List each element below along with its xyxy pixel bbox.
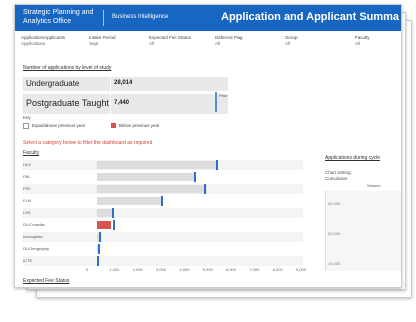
filter-value: Applications <box>21 41 46 46</box>
faculty-row[interactable]: FBL <box>23 172 303 182</box>
faculty-bar <box>97 209 114 217</box>
chart-setting-value: Cumulative <box>325 176 348 181</box>
chart-setting[interactable]: Chart setting: Cumulative <box>325 170 352 182</box>
column-separator <box>110 77 111 91</box>
x-tick-label: 7,000 <box>249 267 260 272</box>
faculty-name: ICTE <box>23 258 33 263</box>
key-label: Below previous year <box>119 123 160 128</box>
swatch-above-icon <box>23 123 29 129</box>
levels-section-title: Number of applications by level of study <box>23 65 112 71</box>
faculty-row[interactable]: ICTE <box>23 256 303 266</box>
dashboard-sheet: Strategic Planning and Analytics Office … <box>14 4 402 288</box>
filter-hint: Select a category below to filter the da… <box>23 140 153 146</box>
x-tick-label: 8,000 <box>272 267 283 272</box>
faculty-name: FLM <box>23 198 31 203</box>
faculty-name: LSS <box>23 210 31 215</box>
filter-value: All <box>285 41 291 46</box>
prior-year-tick <box>97 256 100 266</box>
faculty-row[interactable]: Incomplete <box>23 232 303 242</box>
level-label: Undergraduate <box>26 79 80 88</box>
column-separator <box>110 94 111 114</box>
swatch-below-icon <box>111 123 116 129</box>
faculty-name: DL/Geography <box>23 246 50 251</box>
key-item-above: Equal/above previous year <box>23 123 85 129</box>
level-value: 7,440 <box>114 100 130 106</box>
faculty-bar <box>97 161 219 169</box>
faculty-bar <box>97 221 111 229</box>
faculty-name: FEE <box>23 186 31 191</box>
prior-year-tick <box>161 196 164 206</box>
x-tick-label: 6,000 <box>226 267 237 272</box>
x-tick-label: 1,000 <box>109 267 120 272</box>
prior-year-tick <box>113 220 116 230</box>
levels-table: Undergraduate 28,014 Postgraduate Taught… <box>23 77 228 117</box>
faculty-name: FBL <box>23 174 31 179</box>
filter-applications[interactable]: Application/Applicants Applications <box>21 35 65 47</box>
office-logo: Strategic Planning and Analytics Office <box>23 9 94 25</box>
prior-year-tick <box>98 232 101 242</box>
faculty-row[interactable]: FEE <box>23 184 303 194</box>
x-tick-label: 4,000 <box>179 267 190 272</box>
header-divider <box>103 10 104 26</box>
prior-year-tick <box>193 172 196 182</box>
x-tick-label: 3,000 <box>156 267 167 272</box>
faculty-name: DL/Crossfac <box>23 222 46 227</box>
cycle-chart-area: 30,000 20,000 10,000 <box>325 191 401 271</box>
level-row-postgraduate[interactable]: Postgraduate Taught 7,440 <box>23 94 228 114</box>
key-title: Key <box>23 115 31 120</box>
filter-value: All <box>215 41 221 46</box>
faculty-name: Incomplete <box>23 234 43 239</box>
faculty-name: HLS <box>23 162 31 167</box>
level-label: Postgraduate Taught <box>26 98 109 108</box>
level-value: 28,014 <box>114 80 133 86</box>
key-item-below: Below previous year <box>111 123 160 129</box>
page-title: Application and Applicant Summa <box>221 11 400 23</box>
filter-label: Expected Fee Status <box>149 35 191 40</box>
faculty-bar <box>97 173 195 181</box>
faculty-row[interactable]: DL/Geography <box>23 244 303 254</box>
filter-group[interactable]: Group All <box>285 35 298 47</box>
faculty-x-axis: 0 1,000 2,000 3,000 4,000 5,000 6,000 7,000 8,00… <box>86 267 306 275</box>
faculty-bar <box>97 185 207 193</box>
filter-value: Sept <box>89 41 99 46</box>
prior-year-tick <box>98 244 101 254</box>
faculty-row[interactable]: HLS <box>23 160 303 170</box>
filter-bar: Application/Applicants Applications Inta… <box>15 35 401 55</box>
x-tick-label: 5,000 <box>202 267 213 272</box>
prior-year-tick <box>204 184 207 194</box>
prior-year-marker <box>215 92 217 112</box>
filter-intake-period[interactable]: Intake Period Sept <box>89 35 116 47</box>
filter-faculty[interactable]: Faculty All <box>355 35 370 47</box>
faculty-row[interactable]: FLM <box>23 196 303 206</box>
prior-year-label: Prior <box>219 93 228 98</box>
faculty-section-title: Faculty <box>23 150 40 156</box>
cycle-section-title: Applications during cycle <box>325 155 381 161</box>
dashboard-header: Strategic Planning and Analytics Office … <box>15 5 401 31</box>
x-tick-label: 9,000 <box>296 267 307 272</box>
faculty-row[interactable]: LSS <box>23 208 303 218</box>
x-tick-label: 2,000 <box>132 267 143 272</box>
y-tick: 30,000 <box>328 201 341 206</box>
y-tick: 20,000 <box>328 231 341 236</box>
filter-fee-status[interactable]: Expected Fee Status All <box>149 35 191 47</box>
prior-year-tick <box>112 208 115 218</box>
section-label: Business Intelligence <box>112 14 169 20</box>
filter-deferred[interactable]: Deferred Flag All <box>215 35 243 47</box>
filter-value: All <box>149 41 155 46</box>
key-label: Equal/above previous year <box>32 123 86 129</box>
season-column-label: Season <box>367 183 381 188</box>
y-tick: 10,000 <box>328 261 341 266</box>
prior-year-tick <box>216 160 218 170</box>
x-tick-label: 0 <box>86 267 89 272</box>
faculty-bar <box>97 197 163 205</box>
fee-status-section-title: Expected Fee Status <box>23 278 70 284</box>
faculty-row[interactable]: DL/Crossfac <box>23 220 303 230</box>
filter-value: All <box>355 41 361 46</box>
level-row-undergraduate[interactable]: Undergraduate 28,014 <box>23 77 228 91</box>
